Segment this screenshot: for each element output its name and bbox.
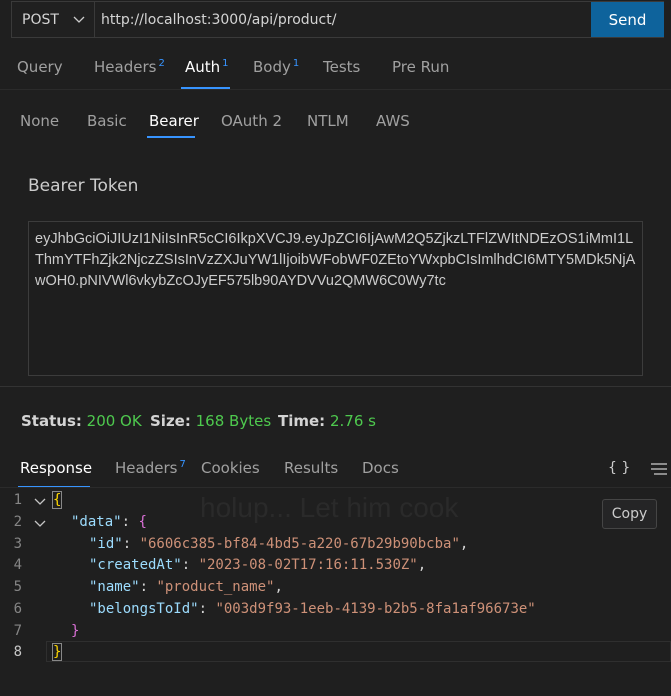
json-string: "6606c385-bf84-4bd5-a220-67b29b90bcba"	[139, 536, 460, 552]
time-value: 2.76 s	[329, 412, 376, 430]
current-line-highlight	[46, 641, 671, 662]
status-indicator: Status: 200 OK	[21, 412, 142, 430]
bearer-token-input[interactable]: eyJhbGciOiJIUzI1NiIsInR5cCI6IkpXVCJ9.eyJ…	[28, 221, 643, 376]
watermark: holup... Let him cook	[200, 492, 459, 523]
line-number: 4	[13, 557, 22, 573]
request-bar: POST http://localhost:3000/api/product/ …	[11, 1, 664, 38]
divider	[0, 89, 671, 90]
method-select[interactable]: POST	[12, 2, 95, 37]
code-line: "id": "6606c385-bf84-4bd5-a220-67b29b90b…	[89, 536, 468, 552]
tab-auth[interactable]: Auth 1	[185, 58, 229, 78]
json-key: "id"	[89, 536, 123, 552]
line-number: 5	[13, 579, 22, 595]
auth-count-badge: 1	[222, 58, 229, 69]
tab-cookies[interactable]: Cookies	[201, 459, 260, 477]
code-line: }	[71, 623, 79, 639]
time-label: Time:	[278, 412, 326, 430]
method-label: POST	[22, 11, 59, 28]
status-value: 200 OK	[86, 412, 142, 430]
code-line: "name": "product_name",	[89, 579, 283, 595]
active-auth-indicator	[147, 136, 195, 138]
json-brace: {	[51, 491, 63, 509]
auth-tab-none[interactable]: None	[20, 112, 59, 130]
tab-tests[interactable]: Tests	[323, 58, 360, 78]
auth-tab-oauth2[interactable]: OAuth 2	[221, 112, 282, 130]
menu-icon[interactable]	[651, 463, 667, 475]
tab-pre-run[interactable]: Pre Run	[392, 58, 449, 78]
json-string: "2023-08-02T17:16:11.530Z"	[198, 557, 418, 573]
line-number: 7	[13, 623, 22, 639]
line-number: 8	[13, 644, 22, 660]
auth-tab-aws[interactable]: AWS	[376, 112, 410, 130]
auth-tab-ntlm[interactable]: NTLM	[307, 112, 349, 130]
time-indicator: Time: 2.76 s	[278, 412, 376, 430]
bearer-token-value: eyJhbGciOiJIUzI1NiIsInR5cCI6IkpXVCJ9.eyJ…	[35, 231, 636, 289]
json-brace: }	[51, 643, 63, 661]
fold-chevron-icon[interactable]	[34, 495, 46, 507]
code-line: "data": {	[71, 514, 147, 530]
tab-results[interactable]: Results	[284, 459, 338, 477]
json-key: "data"	[71, 514, 122, 530]
json-colon: :	[122, 536, 140, 552]
tab-body[interactable]: Body 1	[253, 58, 299, 78]
line-number: 3	[13, 536, 22, 552]
json-comma: ,	[274, 579, 283, 595]
auth-tab-basic[interactable]: Basic	[87, 112, 127, 130]
status-label: Status:	[21, 412, 82, 430]
panel-splitter[interactable]	[0, 386, 671, 387]
bearer-token-label: Bearer Token	[28, 176, 139, 196]
json-key: "belongsToId"	[89, 601, 199, 617]
send-button[interactable]: Send	[591, 2, 664, 37]
code-line: {	[51, 491, 63, 509]
line-number: 1	[13, 492, 22, 508]
line-number: 2	[13, 514, 22, 530]
json-string: "003d9f93-1eeb-4139-b2b5-8fa1af96673e"	[215, 601, 536, 617]
tab-response-headers[interactable]: Headers 7	[115, 459, 186, 477]
divider	[0, 487, 671, 488]
line-number: 6	[13, 601, 22, 617]
json-colon: :	[181, 557, 199, 573]
json-colon: :	[139, 579, 157, 595]
headers-count-badge: 2	[158, 58, 165, 69]
chevron-down-icon	[73, 16, 85, 23]
tab-headers[interactable]: Headers 2	[94, 58, 165, 78]
url-input[interactable]: http://localhost:3000/api/product/	[101, 2, 336, 37]
json-colon: :	[198, 601, 216, 617]
code-line: }	[51, 643, 63, 661]
fold-chevron-icon[interactable]	[34, 517, 46, 529]
json-string: "product_name"	[156, 579, 275, 595]
size-value: 168 Bytes	[195, 412, 272, 430]
json-brace: }	[71, 623, 80, 639]
json-key: "createdAt"	[89, 557, 182, 573]
json-colon: :	[121, 514, 139, 530]
copy-button[interactable]: Copy	[602, 499, 657, 529]
code-line: "belongsToId": "003d9f93-1eeb-4139-b2b5-…	[89, 601, 536, 617]
json-comma: ,	[459, 536, 469, 552]
json-brace: {	[138, 514, 147, 530]
size-label: Size:	[150, 412, 191, 430]
tab-docs[interactable]: Docs	[362, 459, 399, 477]
code-line: "createdAt": "2023-08-02T17:16:11.530Z",	[89, 557, 426, 573]
format-json-button[interactable]: { }	[608, 460, 630, 476]
response-headers-count-badge: 7	[179, 459, 186, 470]
body-count-badge: 1	[292, 58, 300, 69]
auth-tab-bearer[interactable]: Bearer	[149, 112, 199, 130]
json-comma: ,	[417, 557, 427, 573]
json-key: "name"	[89, 579, 140, 595]
size-indicator: Size: 168 Bytes	[150, 412, 271, 430]
tab-query[interactable]: Query	[17, 58, 63, 78]
tab-response[interactable]: Response	[20, 459, 92, 477]
